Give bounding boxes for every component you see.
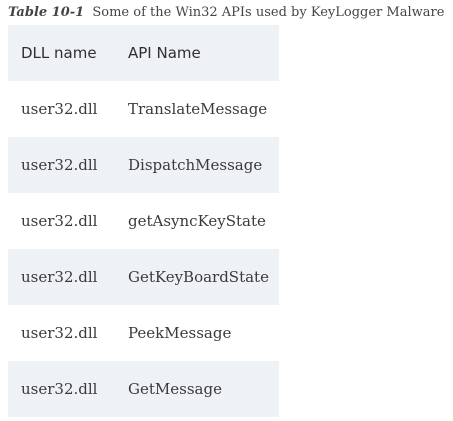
table-caption: Table 10-1 Some of the Win32 APIs used b… xyxy=(8,5,453,21)
dll-name-cell: user32.dll xyxy=(21,324,98,342)
table-row: user32.dll DispatchMessage xyxy=(8,137,279,193)
api-name-cell: DispatchMessage xyxy=(128,156,263,174)
dll-name-cell: user32.dll xyxy=(21,156,98,174)
column-header-api-name: API Name xyxy=(128,44,201,62)
table-row: user32.dll GetMessage xyxy=(8,361,279,417)
api-name-cell: TranslateMessage xyxy=(128,100,268,118)
win32-api-table: DLL name API Name user32.dll TranslateMe… xyxy=(8,25,279,417)
api-name-cell: getAsyncKeyState xyxy=(128,212,266,230)
dll-name-cell: user32.dll xyxy=(21,100,98,118)
api-name-cell: GetKeyBoardState xyxy=(128,268,269,286)
table-row: user32.dll getAsyncKeyState xyxy=(8,193,279,249)
dll-name-cell: user32.dll xyxy=(21,212,98,230)
table-header-row: DLL name API Name xyxy=(8,25,279,81)
api-name-cell: GetMessage xyxy=(128,380,222,398)
table-caption-text: Some of the Win32 APIs used by KeyLogger… xyxy=(92,5,445,20)
api-name-cell: PeekMessage xyxy=(128,324,232,342)
dll-name-cell: user32.dll xyxy=(21,268,98,286)
table-row: user32.dll PeekMessage xyxy=(8,305,279,361)
table-row: user32.dll TranslateMessage xyxy=(8,81,279,137)
table-row: user32.dll GetKeyBoardState xyxy=(8,249,279,305)
table-caption-label: Table 10-1 xyxy=(8,5,85,20)
dll-name-cell: user32.dll xyxy=(21,380,98,398)
column-header-dll-name: DLL name xyxy=(21,44,97,62)
